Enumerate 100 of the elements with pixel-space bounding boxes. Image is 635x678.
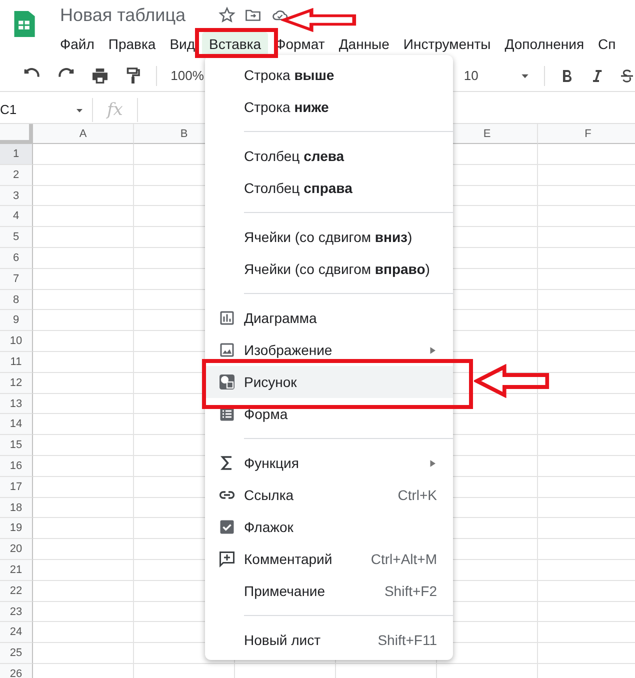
grid-cell[interactable]: [33, 498, 134, 518]
menu-option[interactable]: Столбец справа: [205, 172, 453, 204]
menu-item[interactable]: Инструменты: [396, 32, 498, 56]
grid-cell[interactable]: [33, 144, 134, 165]
grid-cell[interactable]: [33, 476, 134, 498]
menu-option-label: Столбец справа: [244, 178, 354, 198]
row-header[interactable]: 7: [0, 268, 33, 290]
print-icon[interactable]: [90, 66, 110, 86]
row-header[interactable]: 22: [0, 580, 33, 602]
row-header[interactable]: 20: [0, 539, 33, 560]
grid-cell[interactable]: [33, 539, 134, 560]
row-header[interactable]: 2: [0, 164, 33, 186]
menu-option-label: Строка выше: [244, 66, 336, 85]
menu-item[interactable]: Файл: [53, 32, 102, 56]
row-header[interactable]: 5: [0, 227, 33, 248]
menu-option[interactable]: Примечание Shift+F2: [205, 575, 453, 607]
grid-cell[interactable]: [33, 435, 134, 456]
grid-cell[interactable]: [33, 206, 134, 228]
menu-item[interactable]: Вставка: [202, 32, 268, 56]
menu-option-label: Диаграмма: [244, 308, 318, 328]
menu-option-label: Комментарий: [244, 550, 334, 569]
row-header[interactable]: 24: [0, 622, 33, 644]
strikethrough-icon[interactable]: [619, 66, 635, 84]
menu-option[interactable]: Рисунок: [205, 366, 453, 398]
menu-option[interactable]: Флажок: [205, 511, 453, 543]
grid-cell[interactable]: [33, 268, 134, 290]
grid-cell[interactable]: [33, 372, 134, 394]
grid-cell[interactable]: [33, 602, 134, 622]
column-header[interactable]: A: [33, 124, 134, 144]
grid-cell[interactable]: [33, 560, 134, 581]
shortcut-label: Shift+F11: [378, 630, 437, 650]
menu-option-label: Ссылка: [244, 486, 295, 504]
document-title[interactable]: Новая таблица: [60, 4, 186, 26]
menu-option[interactable]: Комментарий Ctrl+Alt+M: [205, 543, 453, 575]
column-header[interactable]: F: [538, 124, 635, 144]
grid-cell[interactable]: [33, 186, 134, 206]
row-header[interactable]: 23: [0, 602, 33, 622]
row-header[interactable]: 9: [0, 310, 33, 332]
row-header[interactable]: 18: [0, 498, 33, 518]
menu-option[interactable]: Диаграмма: [205, 302, 453, 334]
menu-item[interactable]: Правка: [101, 32, 163, 56]
grid-cell[interactable]: [33, 164, 134, 186]
grid-cell[interactable]: [33, 394, 134, 414]
menu-option-label: Форма: [244, 404, 289, 424]
chart-icon: [218, 309, 236, 327]
menu-option[interactable]: Ячейки (со сдвигом вниз): [205, 221, 453, 253]
star-icon[interactable]: [218, 6, 236, 24]
menu-option[interactable]: Строка выше: [205, 59, 453, 91]
grid-cell[interactable]: [33, 290, 134, 310]
grid-cell[interactable]: [33, 248, 134, 269]
name-box[interactable]: C1: [0, 100, 17, 120]
menu-option[interactable]: Изображение: [205, 334, 453, 366]
menu-option[interactable]: Функция: [205, 447, 453, 479]
font-size-dropdown[interactable]: 10: [464, 66, 478, 86]
menu-option-label: Ячейки (со сдвигом вниз): [244, 228, 414, 247]
row-header[interactable]: 3: [0, 186, 33, 206]
menu-item[interactable]: Дополнения: [498, 32, 592, 56]
row-header[interactable]: 4: [0, 206, 33, 228]
menu-item[interactable]: Сп: [591, 32, 623, 56]
row-header[interactable]: 21: [0, 560, 33, 581]
zoom-dropdown[interactable]: 100%: [170, 66, 204, 86]
grid-cell[interactable]: [33, 331, 134, 352]
grid-cell[interactable]: [33, 352, 134, 373]
menu-option[interactable]: Новый лист Shift+F11: [205, 624, 453, 656]
row-header[interactable]: 16: [0, 456, 33, 477]
row-header[interactable]: 8: [0, 290, 33, 310]
menu-option[interactable]: Ссылка Ctrl+K: [205, 479, 453, 511]
row-header[interactable]: 6: [0, 248, 33, 269]
grid-cell[interactable]: [33, 310, 134, 332]
function-label: fx: [92, 98, 138, 122]
grid-cell[interactable]: [33, 518, 134, 540]
menu-option-label: Рисунок: [244, 372, 298, 392]
row-header[interactable]: 25: [0, 643, 33, 664]
row-header[interactable]: 14: [0, 414, 33, 436]
grid-cell[interactable]: [33, 622, 134, 644]
grid-cell[interactable]: [33, 456, 134, 477]
grid-cell[interactable]: [33, 580, 134, 602]
row-header[interactable]: 1: [0, 144, 33, 165]
row-header[interactable]: 11: [0, 352, 33, 373]
menu-item[interactable]: Вид: [162, 32, 202, 56]
shortcut-label: Ctrl+Alt+M: [370, 550, 437, 568]
menu-option[interactable]: Форма: [205, 398, 453, 430]
image-icon: [218, 341, 236, 359]
row-header[interactable]: 15: [0, 435, 33, 456]
paint-format-icon[interactable]: [124, 66, 142, 86]
row-header[interactable]: 12: [0, 372, 33, 394]
menu-option[interactable]: Строка ниже: [205, 91, 453, 123]
select-all-corner[interactable]: [0, 124, 33, 144]
menu-option-label: Новый лист: [244, 630, 322, 650]
row-header[interactable]: 10: [0, 331, 33, 352]
menu-item[interactable]: Данные: [332, 32, 396, 56]
row-header[interactable]: 13: [0, 394, 33, 414]
menu-option[interactable]: Ячейки (со сдвигом вправо): [205, 253, 453, 285]
row-header[interactable]: 26: [0, 664, 33, 678]
row-header[interactable]: 19: [0, 518, 33, 540]
grid-cell[interactable]: [33, 643, 134, 664]
grid-cell[interactable]: [33, 227, 134, 248]
grid-cell[interactable]: [33, 414, 134, 436]
menu-option-label: Ячейки (со сдвигом вправо): [244, 260, 431, 279]
row-header[interactable]: 17: [0, 476, 33, 498]
